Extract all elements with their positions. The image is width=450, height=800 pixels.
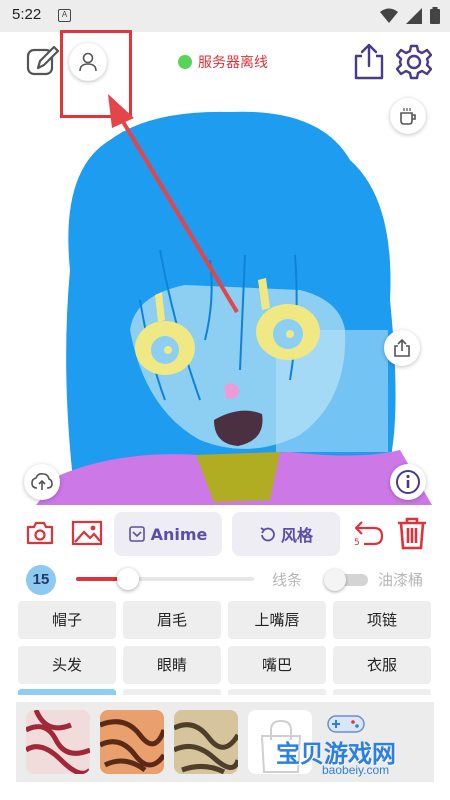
- trash-icon[interactable]: [396, 516, 428, 550]
- server-status: 服务器离线: [178, 52, 268, 72]
- brush-size-slider[interactable]: [76, 568, 254, 590]
- part-button-hat[interactable]: 帽子: [18, 601, 116, 639]
- bucket-label: 油漆桶: [378, 571, 424, 589]
- undo-count: 5: [354, 538, 360, 548]
- server-status-dot: [178, 55, 192, 69]
- gallery-icon[interactable]: [71, 520, 103, 546]
- part-tab-3[interactable]: [228, 689, 326, 695]
- upload-icon[interactable]: [24, 464, 60, 500]
- info-glyph-icon: [396, 470, 420, 494]
- tool-row: Anime 风格 5: [0, 508, 450, 560]
- settings-icon[interactable]: [396, 44, 432, 80]
- part-button-upper-lip[interactable]: 上嘴唇: [228, 601, 326, 639]
- part-button-hair[interactable]: 头发: [18, 646, 116, 684]
- coffee-icon[interactable]: [390, 98, 426, 134]
- gamepad-icon: [327, 715, 365, 733]
- rotate-icon: [260, 527, 275, 542]
- share-icon[interactable]: [352, 42, 386, 80]
- brush-row: 15 线条 油漆桶: [0, 562, 450, 596]
- wifi-icon: [380, 8, 398, 23]
- info-icon[interactable]: [390, 464, 426, 500]
- bucket-toggle-knob: [324, 569, 346, 591]
- part-button-clothes[interactable]: 衣服: [333, 646, 431, 684]
- part-button-mouth[interactable]: 嘴巴: [228, 646, 326, 684]
- server-status-text: 服务器离线: [198, 55, 268, 71]
- watermark-url: baobeiy.com: [322, 763, 390, 777]
- coffee-glyph-icon: [400, 108, 416, 125]
- part-button-eyes[interactable]: 眼睛: [123, 646, 221, 684]
- checkbox-icon: [128, 526, 145, 542]
- signal-icon: [406, 7, 422, 24]
- part-button-necklace[interactable]: 项链: [333, 601, 431, 639]
- texture-swatch-red[interactable]: [26, 710, 90, 774]
- part-tab-2[interactable]: [123, 689, 221, 695]
- export-icon[interactable]: [384, 330, 420, 366]
- line-label: 线条: [272, 571, 303, 589]
- notification-icon: A: [58, 9, 71, 22]
- texture-swatch-orange[interactable]: [100, 710, 164, 774]
- part-tab-4[interactable]: [333, 689, 431, 695]
- export-glyph-icon: [394, 338, 410, 357]
- anime-button[interactable]: Anime: [114, 512, 222, 556]
- drawing-canvas[interactable]: [0, 80, 450, 510]
- anime-label: Anime: [150, 524, 208, 544]
- battery-icon: [430, 7, 440, 24]
- cloud-upload-glyph-icon: [31, 473, 53, 490]
- status-icons: [380, 7, 440, 24]
- edit-icon[interactable]: [26, 44, 60, 78]
- selected-part-tab[interactable]: [18, 689, 116, 695]
- texture-swatch-beige[interactable]: [174, 710, 238, 774]
- status-time: 5:22: [12, 6, 42, 23]
- style-label: 风格: [280, 526, 313, 545]
- camera-icon[interactable]: [26, 520, 54, 546]
- part-button-eyebrows[interactable]: 眉毛: [123, 601, 221, 639]
- status-bar: 5:22 A: [0, 0, 450, 32]
- style-button[interactable]: 风格: [232, 512, 340, 556]
- bucket-toggle[interactable]: [324, 569, 368, 591]
- brush-size-badge: 15: [26, 565, 56, 595]
- brush-size-slider-thumb[interactable]: [116, 568, 139, 590]
